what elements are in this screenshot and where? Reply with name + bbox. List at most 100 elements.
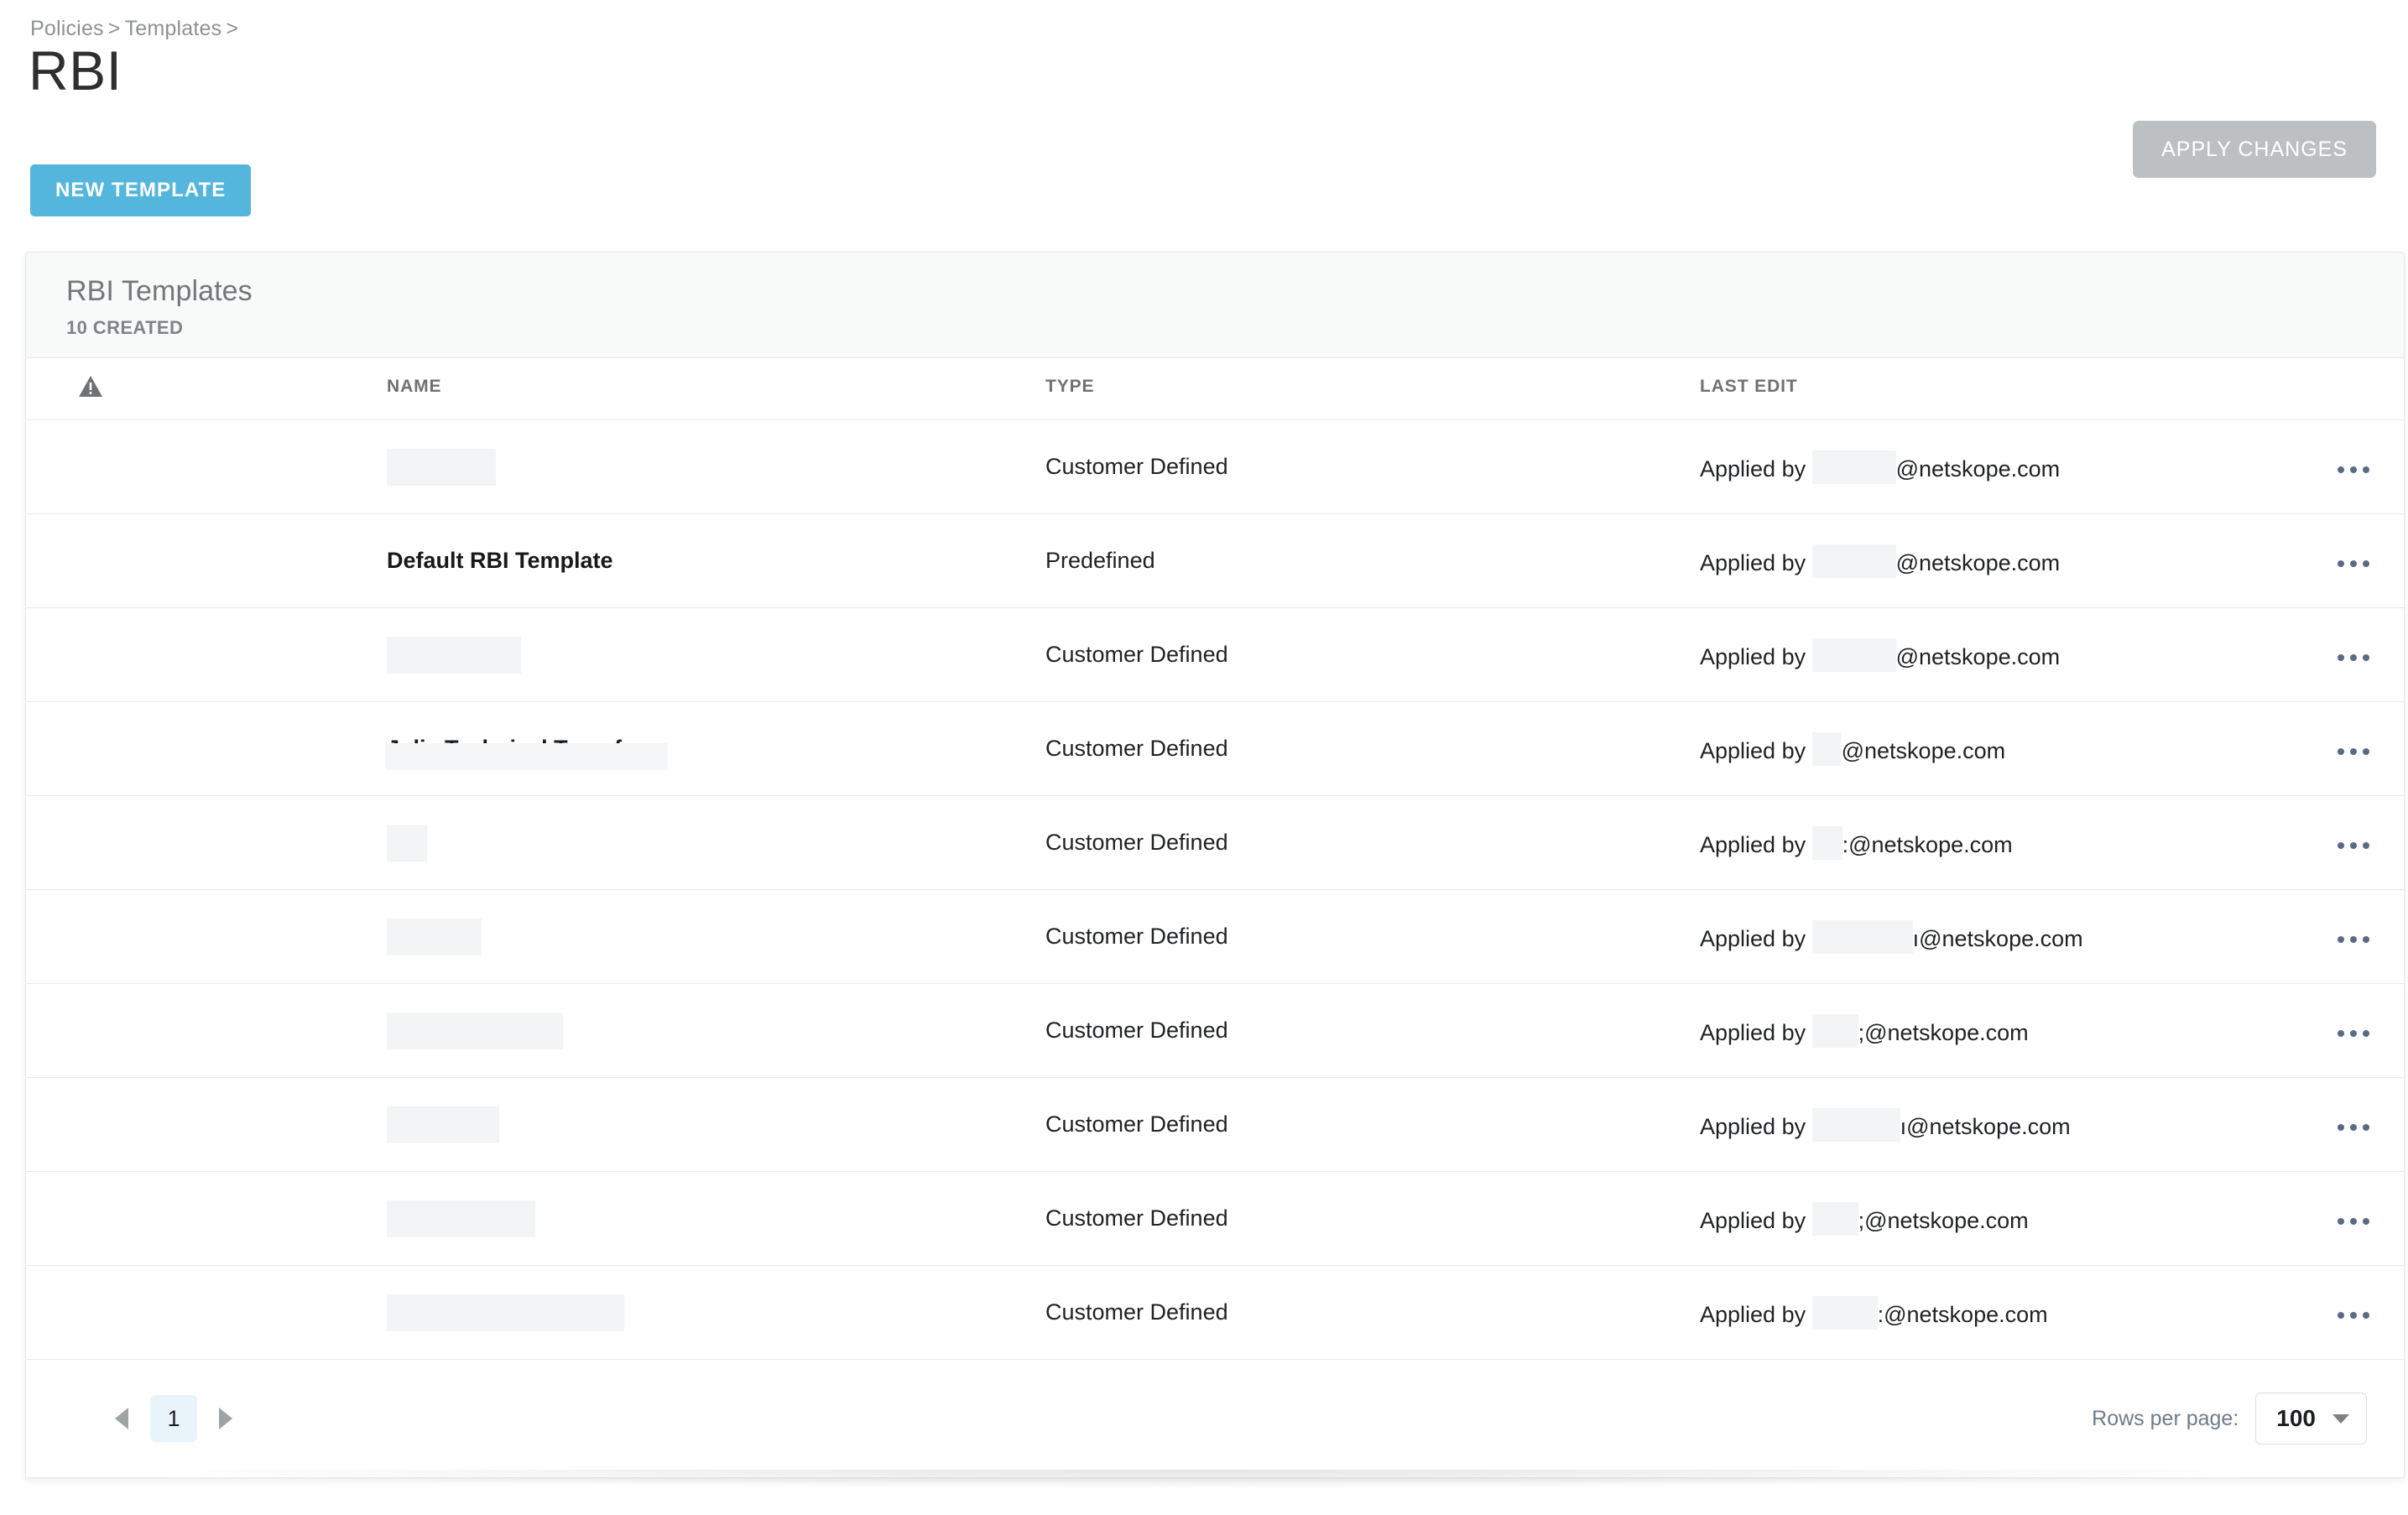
row-type-text: Customer Defined [1045, 642, 1228, 667]
row-name-cell[interactable]: Julia Technical Transform [387, 702, 1045, 796]
breadcrumb-separator-2: > [222, 17, 242, 40]
row-last-edit-cell: Applied by :@netskope.com [1700, 796, 2303, 890]
row-actions-cell[interactable] [2303, 984, 2404, 1078]
row-name-cell[interactable] [387, 796, 1045, 890]
table-row[interactable]: Customer DefinedApplied by ı@netskope.co… [26, 1078, 2404, 1172]
apply-changes-button[interactable]: APPLY CHANGES [2133, 121, 2376, 178]
row-warning-cell [26, 796, 387, 890]
table-header-row: NAME TYPE LAST EDIT [26, 358, 2404, 420]
card-created-count: 10 CREATED [66, 317, 2404, 339]
row-type-text: Customer Defined [1045, 1205, 1228, 1231]
row-type-text: Customer Defined [1045, 1112, 1228, 1137]
row-name-cell[interactable] [387, 420, 1045, 514]
chevron-down-icon [2332, 1414, 2349, 1424]
column-header-actions [2303, 358, 2404, 420]
pagination-page-1[interactable]: 1 [150, 1395, 197, 1442]
row-warning-cell [26, 1266, 387, 1360]
row-actions-cell[interactable] [2303, 420, 2404, 514]
row-type-text: Customer Defined [1045, 1018, 1228, 1043]
row-actions-cell[interactable] [2303, 1266, 2404, 1360]
page-title: RBI [29, 40, 122, 102]
redacted-name-block [387, 825, 427, 862]
kebab-menu-icon[interactable] [2329, 1022, 2378, 1045]
warning-triangle-icon [78, 375, 387, 398]
kebab-menu-icon[interactable] [2329, 740, 2378, 763]
row-actions-cell[interactable] [2303, 1078, 2404, 1172]
row-actions-cell[interactable] [2303, 514, 2404, 608]
row-name-cell[interactable] [387, 1078, 1045, 1172]
table-head: NAME TYPE LAST EDIT [26, 358, 2404, 420]
row-last-edit-cell: Applied by @netskope.com [1700, 608, 2303, 702]
row-name-cell[interactable]: Default RBI Template [387, 514, 1045, 608]
redacted-name-block [387, 1294, 624, 1331]
kebab-menu-icon[interactable] [2329, 1210, 2378, 1233]
table-row[interactable]: Julia Technical TransformCustomer Define… [26, 702, 2404, 796]
row-actions-cell[interactable] [2303, 890, 2404, 984]
table-row[interactable]: Customer DefinedApplied by ı@netskope.co… [26, 890, 2404, 984]
table-row[interactable]: Customer Defined Applied by :@netskope.co… [26, 1266, 2404, 1360]
row-type-text: Customer Defined [1045, 454, 1228, 479]
row-actions-cell[interactable] [2303, 796, 2404, 890]
table-row[interactable]: Customer DefinedApplied by @netskope.com [26, 420, 2404, 514]
row-type-cell: Customer Defined [1045, 890, 1700, 984]
redacted-email-block [1812, 920, 1913, 954]
redacted-name-block [387, 1013, 563, 1049]
row-type-cell: Customer Defined [1045, 608, 1700, 702]
row-type-text: Predefined [1045, 548, 1155, 573]
row-actions-cell[interactable] [2303, 702, 2404, 796]
table-row[interactable]: Customer DefinedApplied by :@netskope.co… [26, 796, 2404, 890]
table-row[interactable]: Customer Defined Applied by ;@netskope.co… [26, 984, 2404, 1078]
table-row[interactable]: Default RBI TemplatePredefinedApplied by… [26, 514, 2404, 608]
pagination: 1 [103, 1395, 244, 1442]
row-name-cell[interactable] [387, 608, 1045, 702]
redacted-email-block [1812, 1296, 1878, 1330]
pagination-next-button[interactable] [207, 1400, 244, 1437]
row-actions-cell[interactable] [2303, 1172, 2404, 1266]
applied-by-label: Applied by [1700, 926, 1806, 951]
card-header: RBI Templates 10 CREATED [26, 252, 2404, 358]
row-type-cell: Customer Defined [1045, 420, 1700, 514]
redacted-email-block [1812, 450, 1896, 484]
applied-by-label: Applied by [1700, 738, 1806, 763]
table-row[interactable]: Customer DefinedApplied by ;@netskope.co… [26, 1172, 2404, 1266]
email-domain-text: :@netskope.com [1878, 1302, 2048, 1327]
rows-per-page-select[interactable]: 100 [2255, 1393, 2367, 1445]
column-header-last-edit[interactable]: LAST EDIT [1700, 358, 2303, 420]
column-header-name[interactable]: NAME [387, 358, 1045, 420]
redacted-name-block [387, 637, 521, 674]
row-last-edit-cell: Applied by ;@netskope.com [1700, 984, 2303, 1078]
breadcrumb-item-templates[interactable]: Templates [125, 17, 222, 40]
row-type-cell: Customer Defined [1045, 1266, 1700, 1360]
row-type-text: Customer Defined [1045, 1299, 1228, 1325]
kebab-menu-icon[interactable] [2329, 834, 2378, 857]
kebab-menu-icon[interactable] [2329, 552, 2378, 575]
applied-by-label: Applied by [1700, 644, 1806, 669]
kebab-menu-icon[interactable] [2329, 646, 2378, 669]
email-domain-text: @netskope.com [1896, 644, 2061, 669]
row-warning-cell [26, 514, 387, 608]
row-name-cell[interactable] [387, 1172, 1045, 1266]
breadcrumb-item-policies[interactable]: Policies [30, 17, 104, 40]
applied-by-label: Applied by [1700, 832, 1806, 857]
table-row[interactable]: Customer Defined Applied by @netskope.com [26, 608, 2404, 702]
breadcrumb: Policies>Templates> [30, 17, 242, 41]
rows-per-page-label: Rows per page: [2092, 1407, 2239, 1431]
row-warning-cell [26, 420, 387, 514]
row-last-edit-cell: Applied by :@netskope.com [1700, 1266, 2303, 1360]
kebab-menu-icon[interactable] [2329, 928, 2378, 951]
row-type-text: Customer Defined [1045, 924, 1228, 949]
kebab-menu-icon[interactable] [2329, 458, 2378, 482]
row-name-cell[interactable] [387, 1266, 1045, 1360]
kebab-menu-icon[interactable] [2329, 1304, 2378, 1327]
column-header-type[interactable]: TYPE [1045, 358, 1700, 420]
column-header-warning[interactable] [26, 358, 387, 420]
row-name-cell[interactable] [387, 984, 1045, 1078]
kebab-menu-icon[interactable] [2329, 1116, 2378, 1139]
row-type-cell: Customer Defined [1045, 984, 1700, 1078]
redacted-name-block [387, 449, 496, 486]
new-template-button[interactable]: NEW TEMPLATE [30, 164, 251, 216]
email-domain-text: @netskope.com [1896, 456, 2061, 482]
row-name-cell[interactable] [387, 890, 1045, 984]
pagination-prev-button[interactable] [103, 1400, 140, 1437]
row-actions-cell[interactable] [2303, 608, 2404, 702]
